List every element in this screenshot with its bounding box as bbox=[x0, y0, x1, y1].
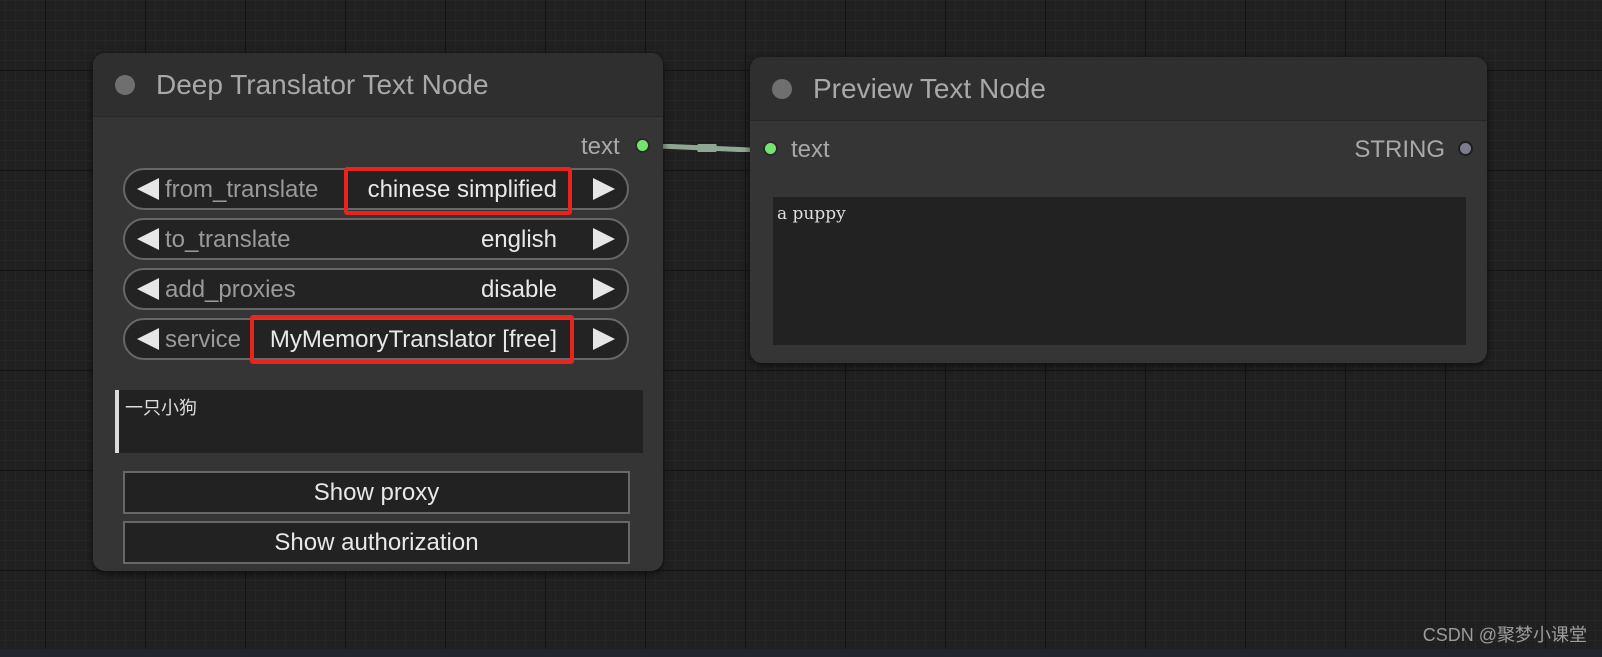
deep-translator-node[interactable]: Deep Translator Text Node text from_tran… bbox=[93, 53, 663, 571]
arrow-left-icon[interactable] bbox=[137, 278, 159, 300]
highlight-box bbox=[250, 315, 574, 364]
node-title: Deep Translator Text Node bbox=[156, 69, 489, 100]
arrow-right-icon[interactable] bbox=[593, 278, 615, 300]
combo-label: to_translate bbox=[165, 226, 291, 253]
combo-label: add_proxies bbox=[165, 276, 296, 303]
input-slot-text[interactable] bbox=[763, 141, 778, 156]
input-textarea[interactable]: 一只小狗 bbox=[115, 390, 643, 453]
link-wire[interactable] bbox=[660, 144, 750, 152]
arrow-left-icon[interactable] bbox=[137, 328, 159, 350]
show-authorization-button[interactable]: Show authorization bbox=[123, 521, 630, 564]
combo-label: from_translate bbox=[165, 176, 319, 203]
input-slot-label: text bbox=[791, 136, 830, 163]
watermark: CSDN @聚梦小课堂 bbox=[1422, 625, 1587, 645]
arrow-left-icon[interactable] bbox=[137, 178, 159, 200]
node-title: Preview Text Node bbox=[813, 73, 1046, 104]
preview-text-node[interactable]: Preview Text Node text STRING a puppy bbox=[750, 57, 1487, 363]
show-proxy-button[interactable]: Show proxy bbox=[123, 471, 630, 514]
preview-textarea[interactable]: a puppy bbox=[773, 197, 1466, 345]
arrow-left-icon[interactable] bbox=[137, 228, 159, 250]
combo-value: disable bbox=[480, 276, 557, 303]
highlight-box bbox=[344, 167, 572, 215]
combo-value: english bbox=[480, 226, 557, 253]
output-slot-text[interactable] bbox=[635, 138, 650, 153]
collapse-dot-icon[interactable] bbox=[772, 79, 792, 99]
node-header[interactable]: Deep Translator Text Node bbox=[93, 53, 663, 117]
arrow-right-icon[interactable] bbox=[593, 328, 615, 350]
output-slot-label: text bbox=[581, 133, 620, 160]
node-header[interactable]: Preview Text Node bbox=[750, 57, 1487, 121]
output-slot-string[interactable] bbox=[1458, 141, 1473, 156]
combo-add-proxies[interactable]: add_proxies disable bbox=[123, 268, 629, 310]
arrow-right-icon[interactable] bbox=[593, 228, 615, 250]
link-midpoint-handle bbox=[697, 144, 717, 152]
arrow-right-icon[interactable] bbox=[593, 178, 615, 200]
combo-label: service bbox=[165, 326, 242, 353]
bottom-strip bbox=[0, 649, 1602, 657]
combo-to-translate[interactable]: to_translate english bbox=[123, 218, 629, 260]
collapse-dot-icon[interactable] bbox=[115, 75, 135, 95]
output-slot-label: STRING bbox=[1354, 136, 1445, 163]
